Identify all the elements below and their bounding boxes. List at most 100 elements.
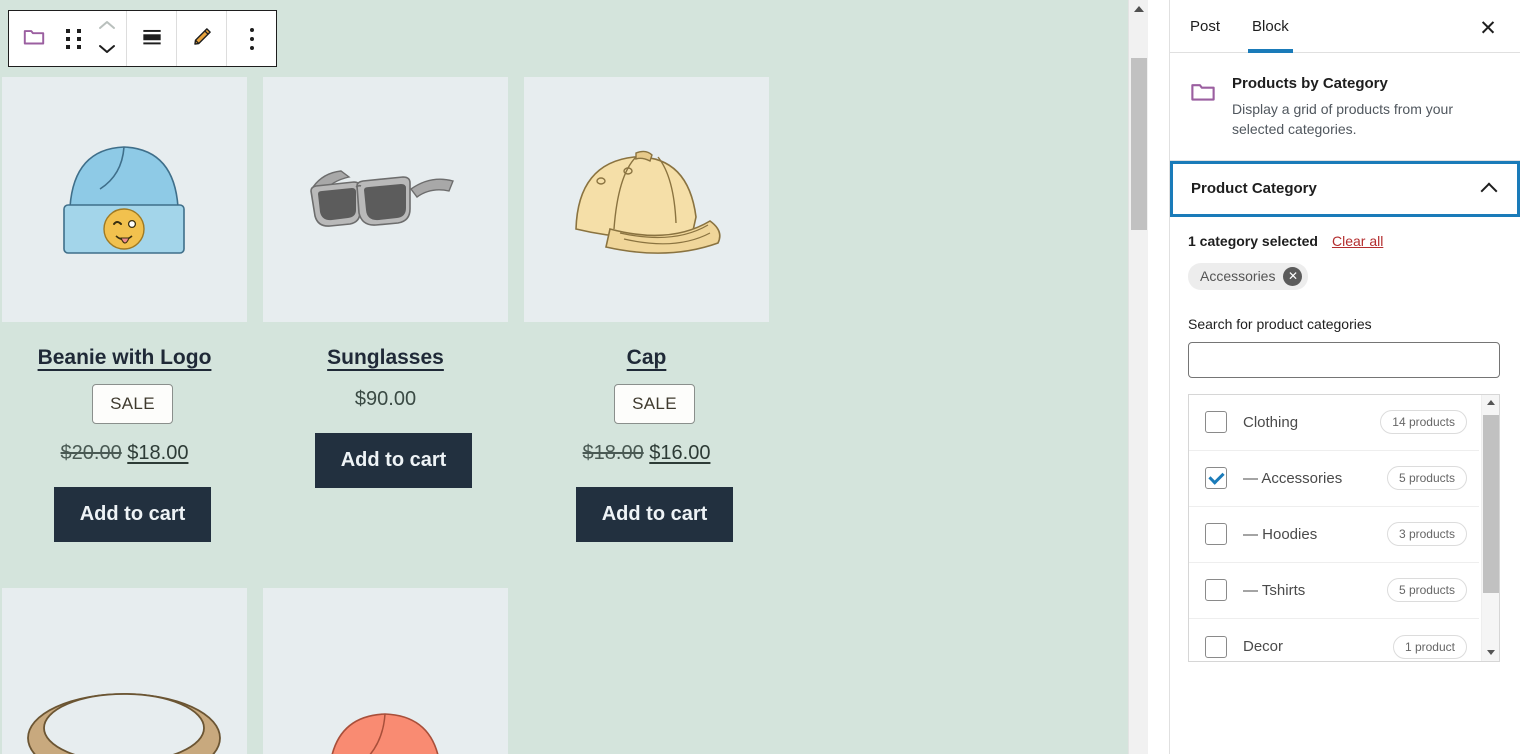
grid-row-spacer — [2, 542, 1146, 588]
category-row-accessories[interactable]: — Accessories 5 products — [1189, 451, 1479, 507]
block-info-text: Products by Category Display a grid of p… — [1232, 75, 1498, 140]
toolbar-group-more — [227, 11, 276, 66]
chevron-down-icon — [98, 42, 116, 60]
product-title[interactable]: Beanie with Logo — [2, 346, 247, 370]
search-input[interactable] — [1188, 341, 1500, 378]
editor-canvas: Beanie with Logo SALE $20.00 $18.00 Add … — [0, 0, 1148, 754]
triangle-up-icon — [1134, 6, 1144, 12]
product-category-panel: Product Category 1 category selected Cle… — [1170, 159, 1520, 662]
triangle-up-icon — [1487, 400, 1495, 406]
drag-handle-button[interactable] — [56, 11, 90, 66]
clear-all-button[interactable]: Clear all — [1332, 233, 1383, 249]
more-options-icon — [249, 27, 254, 50]
panel-body: 1 category selected Clear all Accessorie… — [1170, 217, 1520, 662]
tan-baseball-cap-icon — [524, 77, 769, 322]
category-list-scrollbar[interactable] — [1481, 394, 1499, 661]
drag-handle-icon — [65, 28, 81, 49]
sale-badge: SALE — [614, 384, 695, 424]
chip-accessories[interactable]: Accessories ✕ — [1188, 262, 1309, 290]
product-card[interactable] — [2, 588, 263, 754]
align-button[interactable] — [129, 11, 174, 66]
more-options-button[interactable] — [229, 11, 274, 66]
scroll-up-button[interactable] — [1129, 0, 1148, 18]
panel-header-product-category[interactable]: Product Category — [1170, 160, 1520, 217]
product-grid: Beanie with Logo SALE $20.00 $18.00 Add … — [2, 77, 1146, 754]
product-image[interactable] — [2, 588, 247, 754]
price-sale: $16.00 — [649, 442, 711, 464]
add-to-cart-button[interactable]: Add to cart — [53, 487, 212, 542]
selected-count-label: 1 category selected — [1188, 232, 1318, 249]
selection-summary: 1 category selected Clear all — [1188, 233, 1502, 249]
edit-button[interactable] — [179, 11, 224, 66]
category-row-decor[interactable]: Decor 1 product — [1189, 619, 1479, 661]
category-name: — Tshirts — [1243, 581, 1306, 599]
product-image[interactable] — [263, 77, 508, 322]
product-title[interactable]: Sunglasses — [263, 346, 508, 370]
checkbox-decor[interactable] — [1205, 635, 1227, 658]
chevron-up-icon — [98, 18, 116, 36]
checkbox-tshirts[interactable] — [1205, 579, 1227, 602]
checkbox-clothing[interactable] — [1205, 411, 1227, 434]
tab-block[interactable]: Block — [1236, 0, 1305, 53]
category-scrollbar-thumb[interactable] — [1483, 414, 1499, 593]
move-up-button[interactable] — [90, 15, 124, 39]
selected-chips: Accessories ✕ — [1188, 262, 1502, 290]
product-image[interactable] — [263, 588, 508, 754]
price-original: $18.00 — [582, 442, 644, 464]
close-sidebar-button[interactable]: ✕ — [1470, 10, 1506, 46]
category-count-badge: 3 products — [1386, 522, 1467, 547]
page-scrollbar[interactable] — [1128, 0, 1148, 754]
product-title[interactable]: Cap — [524, 346, 769, 370]
page-scrollbar-thumb[interactable] — [1131, 58, 1147, 230]
block-type-button[interactable] — [11, 11, 56, 66]
add-to-cart-button[interactable]: Add to cart — [314, 433, 473, 488]
category-name: — Accessories — [1243, 469, 1343, 487]
block-settings-sidebar: Post Block ✕ Products by Category Displa… — [1169, 0, 1520, 754]
gray-sunglasses-icon — [263, 77, 508, 322]
product-card[interactable]: Sunglasses $90.00 Add to cart — [263, 77, 524, 542]
toolbar-group-align — [127, 11, 177, 66]
product-price: $18.00 $16.00 — [524, 442, 769, 465]
checkbox-accessories[interactable] — [1205, 467, 1227, 490]
chip-label: Accessories — [1200, 268, 1276, 285]
sale-badge: SALE — [92, 384, 173, 424]
toolbar-group-edit — [177, 11, 227, 66]
toolbar-group-block — [9, 11, 127, 66]
category-count-badge: 5 products — [1386, 578, 1467, 603]
product-card[interactable]: Cap SALE $18.00 $16.00 Add to cart — [524, 77, 785, 542]
block-toolbar — [8, 10, 277, 67]
move-block-controls — [90, 11, 124, 66]
category-list-inner: Clothing 14 products — Accessories 5 pro… — [1189, 395, 1479, 661]
triangle-down-icon — [1487, 650, 1495, 656]
sale-badge-wrap: SALE — [2, 370, 263, 424]
tab-post[interactable]: Post — [1174, 0, 1236, 53]
category-count-badge: 5 products — [1386, 466, 1467, 491]
category-list: Clothing 14 products — Accessories 5 pro… — [1188, 393, 1500, 662]
category-row-clothing[interactable]: Clothing 14 products — [1189, 395, 1479, 451]
search-label: Search for product categories — [1188, 315, 1372, 332]
price-original: $20.00 — [60, 442, 122, 464]
price-regular: $90.00 — [354, 388, 417, 410]
chip-remove-button[interactable]: ✕ — [1283, 266, 1303, 286]
pencil-icon — [189, 24, 215, 53]
price-sale: $18.00 — [127, 442, 189, 464]
category-scroll-up-button[interactable] — [1482, 395, 1499, 411]
block-title: Products by Category — [1232, 75, 1388, 92]
category-row-tshirts[interactable]: — Tshirts 5 products — [1189, 563, 1479, 619]
sidebar-tabs: Post Block ✕ — [1170, 0, 1520, 53]
product-image[interactable] — [2, 77, 247, 322]
move-down-button[interactable] — [90, 39, 124, 63]
align-center-icon — [139, 24, 165, 53]
add-to-cart-button[interactable]: Add to cart — [575, 487, 734, 542]
product-image[interactable] — [524, 77, 769, 322]
salmon-beanie-icon — [263, 588, 508, 754]
tan-belt-icon — [2, 588, 247, 754]
category-scroll-down-button[interactable] — [1482, 645, 1499, 661]
folder-icon — [21, 24, 47, 53]
checkbox-hoodies[interactable] — [1205, 523, 1227, 546]
product-card[interactable] — [263, 588, 524, 754]
blue-beanie-with-emoji-patch-icon — [2, 77, 247, 322]
category-row-hoodies[interactable]: — Hoodies 3 products — [1189, 507, 1479, 563]
product-card[interactable]: Beanie with Logo SALE $20.00 $18.00 Add … — [2, 77, 263, 542]
product-price: $20.00 $18.00 — [2, 442, 247, 465]
